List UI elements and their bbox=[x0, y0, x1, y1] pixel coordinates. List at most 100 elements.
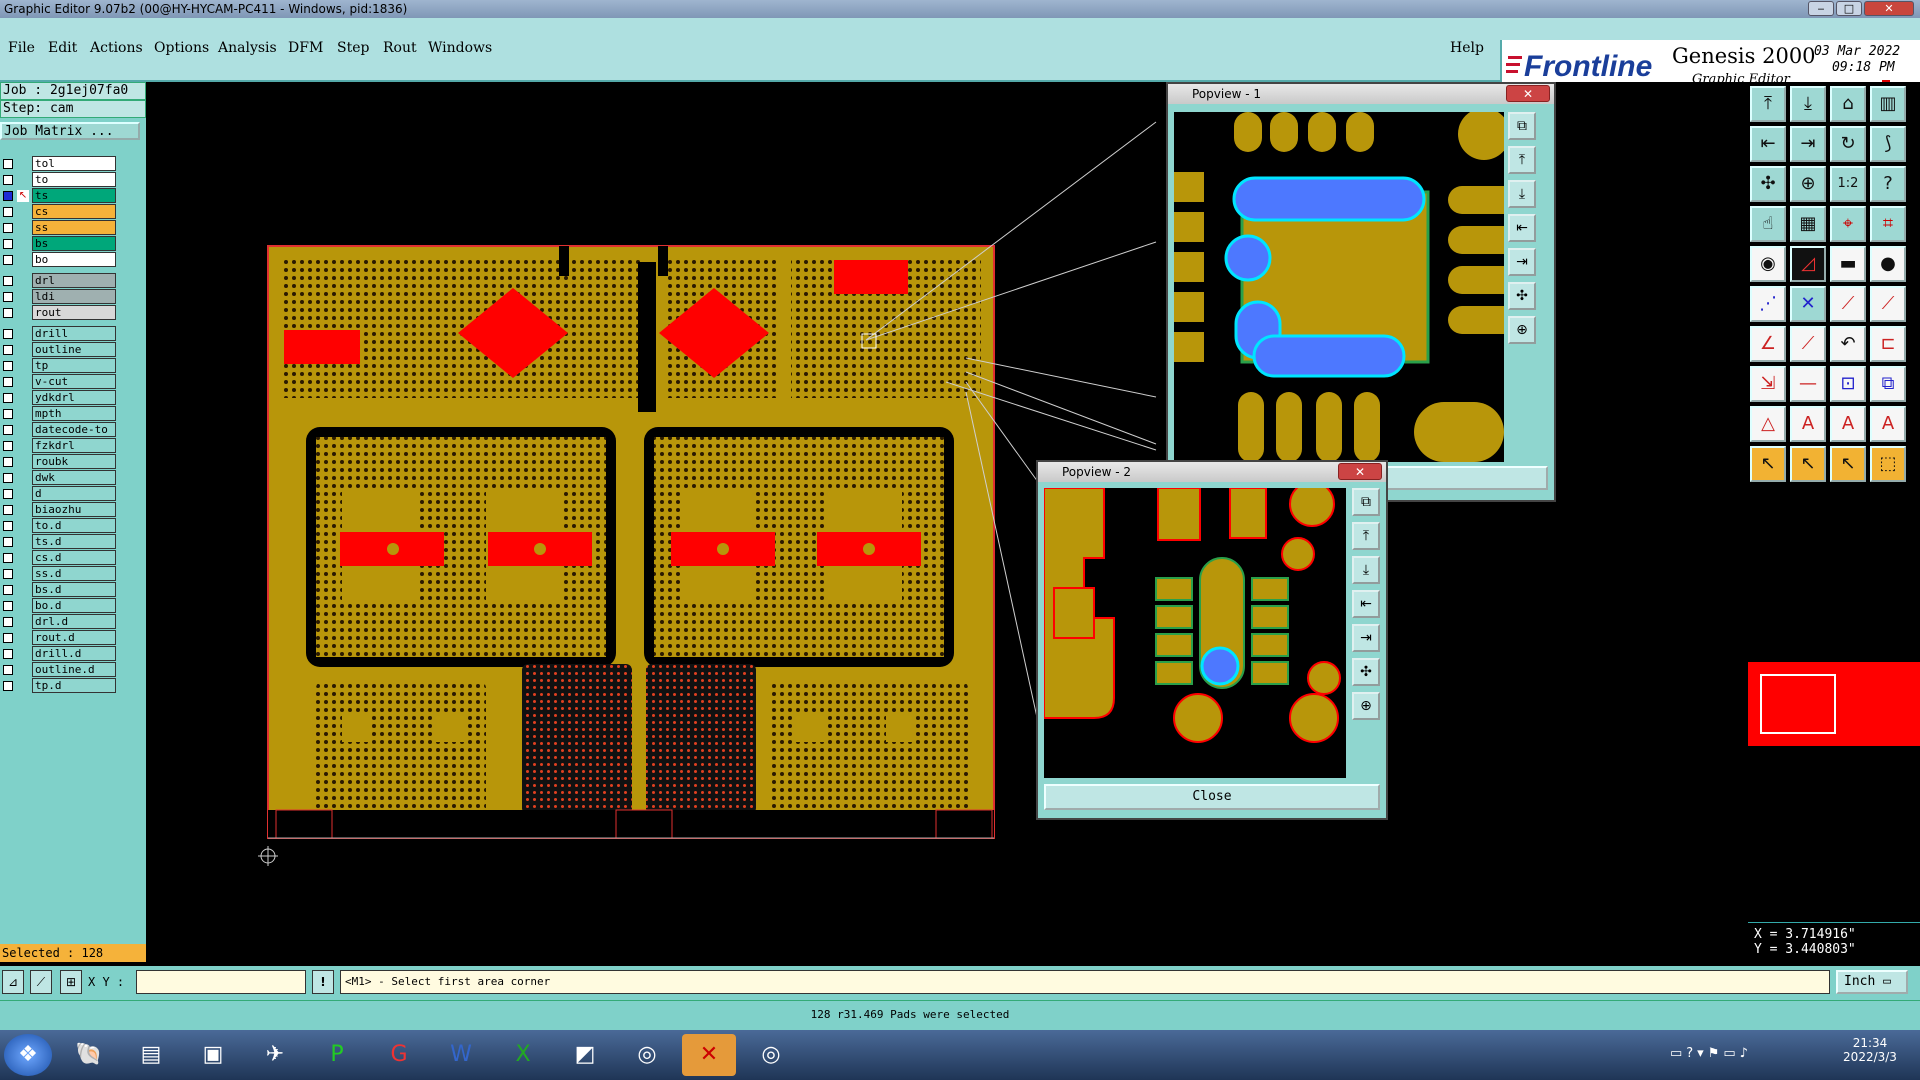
layer-name[interactable]: bo.d bbox=[32, 598, 116, 613]
layer-name[interactable]: ts bbox=[32, 188, 116, 203]
text-c-icon[interactable]: A bbox=[1870, 406, 1906, 442]
layer-name[interactable]: to bbox=[32, 172, 116, 187]
layer-name[interactable]: rout bbox=[32, 305, 116, 320]
layer-checkbox[interactable] bbox=[3, 505, 13, 515]
layer-checkbox[interactable] bbox=[3, 681, 13, 691]
layer-checkbox[interactable] bbox=[3, 207, 13, 217]
layer-name[interactable]: dwk bbox=[32, 470, 116, 485]
layer-name[interactable]: tp bbox=[32, 358, 116, 373]
layer-name[interactable]: v-cut bbox=[32, 374, 116, 389]
layer-name[interactable]: ss bbox=[32, 220, 116, 235]
layer-checkbox[interactable] bbox=[3, 159, 13, 169]
graphic-canvas[interactable]: Popview - 1 ✕ ⧉ ⤒ ⤓ ⇤ ⇥ ✣ ⊕ Popview - 2 … bbox=[146, 82, 1748, 966]
popview-pan-right-icon[interactable]: ⇥ bbox=[1352, 624, 1380, 652]
select-pointer-icon[interactable]: ↖ bbox=[1790, 446, 1826, 482]
select-edit-icon[interactable]: ↖ bbox=[1830, 446, 1866, 482]
layer-checkbox[interactable] bbox=[3, 292, 13, 302]
graphic-editor-app-icon[interactable]: ✕ bbox=[682, 1034, 736, 1076]
popview-2-canvas[interactable] bbox=[1044, 488, 1346, 778]
layer-row-drill[interactable]: drill bbox=[0, 326, 118, 341]
layer-checkbox[interactable] bbox=[3, 409, 13, 419]
layer-checkbox[interactable] bbox=[3, 489, 13, 499]
popview-pan-right-icon[interactable]: ⇥ bbox=[1508, 248, 1536, 276]
layer-row-tp-d[interactable]: tp.d bbox=[0, 678, 118, 693]
minimize-button[interactable]: ‒ bbox=[1808, 1, 1834, 16]
messenger-app-icon[interactable]: ✈ bbox=[248, 1034, 302, 1076]
layer-name[interactable]: rout.d bbox=[32, 630, 116, 645]
popview-1-window[interactable]: Popview - 1 ✕ ⧉ ⤒ ⤓ ⇤ ⇥ ✣ ⊕ bbox=[1166, 82, 1556, 502]
popview-1-close-icon[interactable]: ✕ bbox=[1506, 85, 1550, 102]
layer-row-rout[interactable]: rout bbox=[0, 305, 118, 320]
menu-analysis[interactable]: Analysis bbox=[218, 40, 277, 56]
menu-dfm[interactable]: DFM bbox=[288, 40, 323, 56]
zoom-home-icon[interactable]: ⤒ bbox=[1750, 86, 1786, 122]
layer-checkbox[interactable] bbox=[3, 191, 13, 201]
layer-checkbox[interactable] bbox=[3, 361, 13, 371]
layer-row-ss[interactable]: ss bbox=[0, 220, 118, 235]
offset-icon[interactable]: ⊏ bbox=[1870, 326, 1906, 362]
horizontal-icon[interactable]: — bbox=[1790, 366, 1826, 402]
layer-row-ts[interactable]: ↖ ts bbox=[0, 188, 118, 203]
layer-checkbox[interactable] bbox=[3, 329, 13, 339]
menu-windows[interactable]: Windows bbox=[428, 40, 492, 56]
layer-name[interactable]: cs bbox=[32, 204, 116, 219]
layer-name[interactable]: biaozhu bbox=[32, 502, 116, 517]
layer-name[interactable]: drill bbox=[32, 326, 116, 341]
layer-checkbox[interactable] bbox=[3, 569, 13, 579]
overview-viewport[interactable] bbox=[1760, 674, 1836, 734]
center-icon[interactable]: ⊕ bbox=[1790, 166, 1826, 202]
green-app-icon[interactable]: P bbox=[310, 1034, 364, 1076]
clock[interactable]: 21:34 2022/3/3 bbox=[1840, 1036, 1900, 1064]
popview-pan-down-icon[interactable]: ⤓ bbox=[1352, 556, 1380, 584]
menu-options[interactable]: Options bbox=[154, 40, 209, 56]
layer-row-drl[interactable]: drl bbox=[0, 273, 118, 288]
layer-name[interactable]: roubk bbox=[32, 454, 116, 469]
hand-icon[interactable]: ☝ bbox=[1750, 206, 1786, 242]
popview-zoom-icon[interactable]: ⧉ bbox=[1508, 112, 1536, 140]
layer-name[interactable]: to.d bbox=[32, 518, 116, 533]
info-icon[interactable]: ! bbox=[312, 970, 334, 994]
layer-row-ts-d[interactable]: ts.d bbox=[0, 534, 118, 549]
layer-row-fzkdrl[interactable]: fzkdrl bbox=[0, 438, 118, 453]
snap-mode-icon[interactable]: ⟋ bbox=[30, 970, 52, 994]
house-icon[interactable]: ⌂ bbox=[1830, 86, 1866, 122]
layer-checkbox[interactable] bbox=[3, 473, 13, 483]
popview-pan-left-icon[interactable]: ⇤ bbox=[1508, 214, 1536, 242]
layer-checkbox[interactable] bbox=[3, 649, 13, 659]
layer-name[interactable]: fzkdrl bbox=[32, 438, 116, 453]
step-icon[interactable]: ⟆ bbox=[1870, 126, 1906, 162]
move-icon[interactable]: ⇲ bbox=[1750, 366, 1786, 402]
menu-actions[interactable]: Actions bbox=[90, 40, 143, 56]
popview-pan-down-icon[interactable]: ⤓ bbox=[1508, 180, 1536, 208]
menu-step[interactable]: Step bbox=[337, 40, 369, 56]
layer-name[interactable]: ydkdrl bbox=[32, 390, 116, 405]
folder-app-icon[interactable]: ◩ bbox=[558, 1034, 612, 1076]
layer-name[interactable]: mpth bbox=[32, 406, 116, 421]
text-b-icon[interactable]: A bbox=[1830, 406, 1866, 442]
pan-left-icon[interactable]: ⇤ bbox=[1750, 126, 1786, 162]
help-icon[interactable]: ? bbox=[1870, 166, 1906, 202]
layer-row-mpth[interactable]: mpth bbox=[0, 406, 118, 421]
select-area-icon[interactable]: ⬚ bbox=[1870, 446, 1906, 482]
layer-row-cs[interactable]: cs bbox=[0, 204, 118, 219]
layer-name[interactable]: outline bbox=[32, 342, 116, 357]
layer-row-to-d[interactable]: to.d bbox=[0, 518, 118, 533]
layer-name[interactable]: ts.d bbox=[32, 534, 116, 549]
layer-row-v-cut[interactable]: v-cut bbox=[0, 374, 118, 389]
popview-pan-up-icon[interactable]: ⤒ bbox=[1508, 146, 1536, 174]
layer-row-roubk[interactable]: roubk bbox=[0, 454, 118, 469]
layer-row-ss-d[interactable]: ss.d bbox=[0, 566, 118, 581]
start-button-icon[interactable]: ❖ bbox=[4, 1034, 52, 1076]
layer-row-ydkdrl[interactable]: ydkdrl bbox=[0, 390, 118, 405]
xy-input[interactable] bbox=[136, 970, 306, 994]
save-app-icon[interactable]: ▣ bbox=[186, 1034, 240, 1076]
shell-app-icon[interactable]: 🐚 bbox=[62, 1034, 116, 1076]
popview-zoom-icon[interactable]: ⧉ bbox=[1352, 488, 1380, 516]
system-tray-icons[interactable]: ▭?▾⚑▭♪ bbox=[1670, 1046, 1752, 1061]
popview-pan-left-icon[interactable]: ⇤ bbox=[1352, 590, 1380, 618]
layer-checkbox[interactable] bbox=[3, 308, 13, 318]
layer-name[interactable]: bs bbox=[32, 236, 116, 251]
layer-row-dwk[interactable]: dwk bbox=[0, 470, 118, 485]
job-matrix-button[interactable]: Job Matrix ... bbox=[0, 122, 140, 140]
zoom-out-icon[interactable]: ⤓ bbox=[1790, 86, 1826, 122]
